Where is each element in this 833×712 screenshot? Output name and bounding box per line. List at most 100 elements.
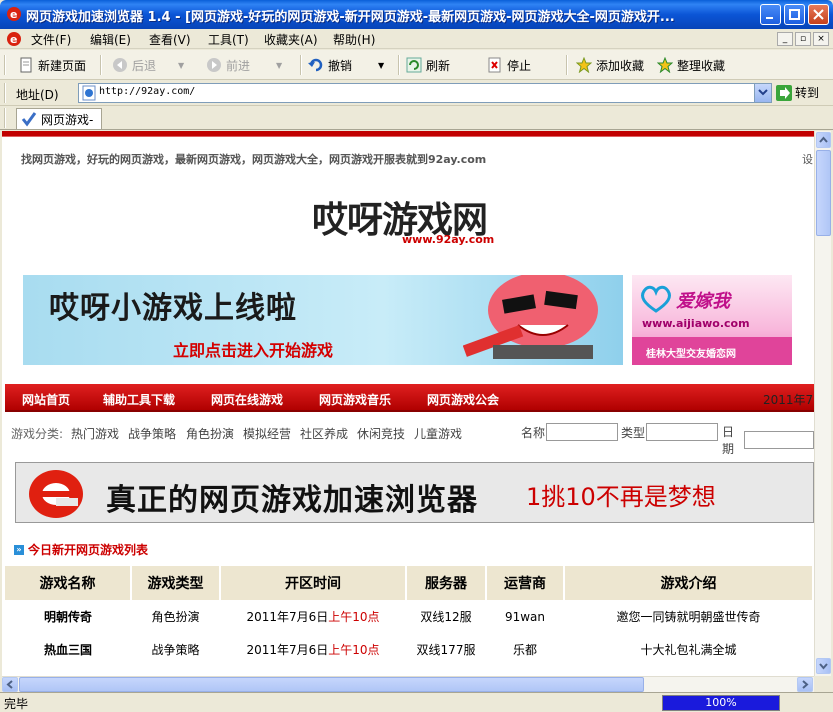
game-intro[interactable]: 十大礼包礼满全城 — [564, 633, 813, 666]
minimize-button[interactable] — [760, 4, 781, 25]
category-row: 游戏分类: 热门游戏 战争策略 角色扮演 模拟经营 社区养成 休闲竞技 儿童游戏… — [11, 423, 814, 456]
address-field[interactable] — [78, 83, 772, 103]
organize-favorites-label: 整理收藏 — [677, 58, 726, 73]
tab-bar: 网页游戏- — [0, 106, 833, 130]
scroll-left-button[interactable] — [2, 677, 18, 692]
settings-link[interactable]: 设 — [802, 151, 813, 167]
table-row: 明朝传奇 角色扮演 2011年7月6日上午10点 双线12服 91wan 邀您一… — [5, 600, 813, 633]
new-games-heading-text[interactable]: 今日新开网页游戏列表 — [28, 541, 148, 558]
organize-favorites-button[interactable]: 整理收藏 — [657, 54, 725, 76]
accelerator-banner[interactable]: 真正的网页游戏加速浏览器 1挑10不再是梦想 — [15, 462, 814, 523]
category-kids[interactable]: 儿童游戏 — [414, 425, 462, 442]
vertical-scroll-thumb[interactable] — [816, 150, 831, 236]
mini-games-banner[interactable]: 哎呀小游戏上线啦 立即点击进入开始游戏 — [23, 275, 623, 365]
game-intro[interactable]: 邀您一同铸就明朝盛世传奇 — [564, 600, 813, 633]
back-dropdown-icon[interactable]: ▼ — [178, 61, 184, 70]
new-page-icon — [20, 57, 32, 73]
close-button[interactable] — [808, 4, 829, 25]
search-date-input[interactable] — [744, 431, 814, 449]
search-name-input[interactable] — [546, 423, 619, 441]
category-simulation[interactable]: 模拟经营 — [243, 425, 291, 442]
big-e-logo-icon — [29, 470, 83, 518]
mdi-close-button[interactable]: × — [813, 32, 829, 46]
menu-view[interactable]: 查看(V) — [149, 31, 191, 48]
page-ie-icon — [82, 85, 96, 101]
top-red-bar — [2, 131, 814, 137]
scroll-up-button[interactable] — [816, 132, 831, 148]
col-header-intro: 游戏介绍 — [564, 566, 814, 600]
chevron-down-icon — [819, 663, 828, 670]
banner1-subtitle: 立即点击进入开始游戏 — [173, 341, 334, 360]
game-name[interactable]: 热血三国 — [5, 633, 131, 666]
menu-edit[interactable]: 编辑(E) — [90, 31, 131, 48]
organize-favorites-icon — [657, 57, 673, 73]
toolbar-separator — [566, 55, 568, 75]
search-type-label: 类型 — [621, 425, 646, 440]
game-name[interactable]: 明朝传奇 — [5, 600, 131, 633]
category-community[interactable]: 社区养成 — [300, 425, 348, 442]
search-name-label: 名称 — [521, 425, 546, 440]
chevron-right-icon — [802, 680, 809, 689]
checkmark-icon — [21, 112, 37, 127]
horizontal-scrollbar[interactable] — [2, 676, 814, 692]
undo-label: 撤销 — [328, 58, 353, 73]
aijiawo-ad-banner[interactable]: 爱嫁我 www.aijiawo.com 桂林大型交友婚恋网 — [632, 275, 792, 365]
game-server: 双线12服 — [420, 610, 472, 624]
forward-button[interactable]: 前进 ▼ — [206, 54, 282, 76]
undo-button[interactable]: 撤销 ▼ — [308, 54, 384, 76]
nav-game-music[interactable]: 网页游戏音乐 — [319, 391, 391, 408]
category-war-strategy[interactable]: 战争策略 — [128, 425, 176, 442]
window-title: 网页游戏加速浏览器 1.4 - [网页游戏-好玩的网页游戏-新开网页游戏-最新网… — [26, 10, 675, 25]
undo-dropdown-icon[interactable]: ▼ — [378, 61, 384, 70]
scroll-right-button[interactable] — [797, 677, 813, 692]
scroll-down-button[interactable] — [816, 658, 831, 674]
new-page-button[interactable]: 新建页面 — [18, 54, 86, 76]
star-icon — [576, 57, 592, 73]
nav-online-games[interactable]: 网页在线游戏 — [211, 391, 283, 408]
go-button[interactable]: 转到 — [776, 84, 819, 101]
category-hot[interactable]: 热门游戏 — [71, 425, 119, 442]
maximize-button[interactable] — [784, 4, 805, 25]
toolbar-separator — [4, 55, 6, 75]
menu-tools[interactable]: 工具(T) — [208, 31, 249, 48]
site-slogan: 找网页游戏，好玩的网页游戏，最新网页游戏，网页游戏大全，网页游戏开服表就到92a… — [21, 153, 487, 166]
big-banner-title: 真正的网页游戏加速浏览器 — [106, 483, 478, 518]
toolbar-separator — [100, 55, 102, 75]
refresh-button[interactable]: 刷新 — [406, 54, 450, 76]
category-rpg[interactable]: 角色扮演 — [186, 425, 234, 442]
minimize-icon — [766, 17, 773, 19]
address-input[interactable] — [99, 86, 739, 97]
add-favorite-button[interactable]: 添加收藏 — [576, 54, 644, 76]
close-icon — [813, 9, 824, 20]
site-nav-bar: 网站首页 辅助工具下载 网页在线游戏 网页游戏音乐 网页游戏公会 2011年7 — [5, 384, 814, 412]
nav-date: 2011年7 — [763, 393, 814, 407]
nav-game-guilds[interactable]: 网页游戏公会 — [427, 391, 499, 408]
site-logo[interactable]: 哎呀游戏网 www.92ay.com — [302, 191, 502, 263]
mdi-restore-button[interactable]: ▫ — [795, 32, 811, 46]
search-type-input[interactable] — [646, 423, 719, 441]
category-casual[interactable]: 休闲竞技 — [357, 425, 405, 442]
menu-file[interactable]: 文件(F) — [31, 31, 71, 48]
menu-help[interactable]: 帮助(H) — [333, 31, 375, 48]
browser-e-icon: e — [7, 7, 21, 21]
back-button[interactable]: 后退 ▼ — [112, 54, 184, 76]
menu-favorites[interactable]: 收藏夹(A) — [264, 31, 318, 48]
game-operator: 91wan — [504, 609, 546, 624]
stop-button[interactable]: 停止 — [487, 54, 531, 76]
address-dropdown-button[interactable] — [754, 84, 771, 102]
forward-label: 前进 — [226, 58, 251, 73]
forward-dropdown-icon[interactable]: ▼ — [276, 61, 282, 70]
vertical-scrollbar[interactable] — [814, 131, 831, 676]
back-label: 后退 — [132, 58, 157, 73]
horizontal-scroll-thumb[interactable] — [19, 677, 644, 692]
col-header-open-time: 开区时间 — [220, 566, 407, 600]
nav-home[interactable]: 网站首页 — [22, 391, 70, 408]
nav-tools-download[interactable]: 辅助工具下载 — [103, 391, 175, 408]
menu-bar: e 文件(F) 编辑(E) 查看(V) 工具(T) 收藏夹(A) 帮助(H) _… — [0, 29, 833, 49]
mdi-minimize-button[interactable]: _ — [777, 32, 793, 46]
table-row: 热血三国 战争策略 2011年7月6日上午10点 双线177服 乐都 十大礼包礼… — [5, 633, 813, 666]
tab-current[interactable]: 网页游戏- — [16, 108, 102, 129]
status-text: 完毕 — [4, 697, 29, 711]
col-header-operator: 运营商 — [486, 566, 565, 600]
stop-icon — [488, 57, 501, 73]
